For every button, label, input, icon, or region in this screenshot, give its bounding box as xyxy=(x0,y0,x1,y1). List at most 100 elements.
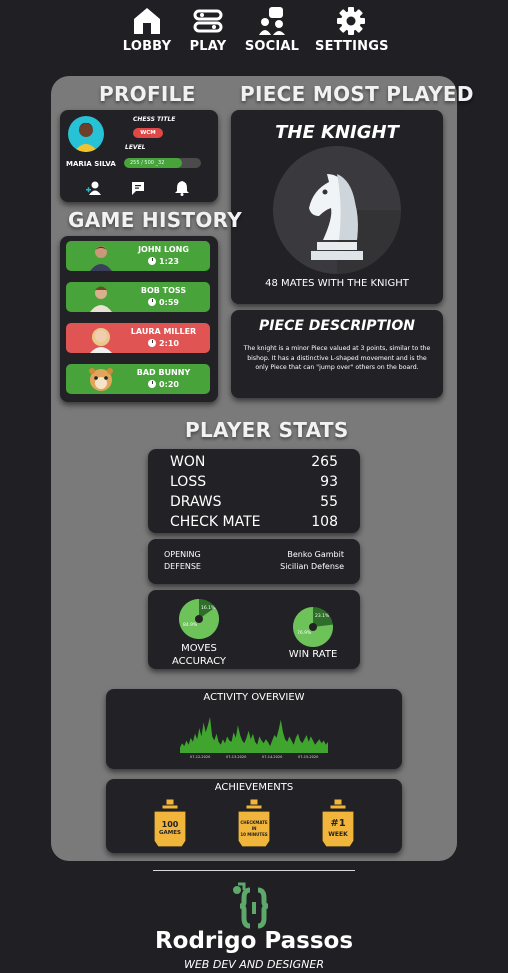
chess-title-label: CHESS TITLE xyxy=(133,116,176,123)
game-history-card: JOHN LONG 1:23 BOB TOSS 0:59 LAURA MILLE… xyxy=(60,236,218,402)
game-duration: 0:59 xyxy=(121,298,206,307)
add-friend-icon[interactable] xyxy=(86,180,102,196)
level-progress-text: 255 / 500 _32 xyxy=(124,158,182,168)
achievement-week-line1: #1 xyxy=(330,818,346,829)
profile-card: CHESS TITLE WCM LEVEL MARIA SILVA 255 / … xyxy=(60,110,218,202)
stats-card: WON 265 LOSS 93 DRAWS 55 CHECK MATE 108 xyxy=(148,449,360,533)
gamepad-icon xyxy=(193,9,223,33)
gear-icon xyxy=(337,7,365,35)
profile-heading: PROFILE xyxy=(99,82,196,106)
stat-checkmate-label: CHECK MATE xyxy=(170,514,261,530)
moves-accuracy-donut: 16.1% 84.9% xyxy=(179,599,219,639)
game-duration-value: 0:20 xyxy=(159,380,179,389)
stat-won-label: WON xyxy=(170,454,206,470)
nav-settings[interactable]: SETTINGS xyxy=(315,6,389,54)
opening-label: OPENING xyxy=(164,550,201,559)
footer-author-name: Rodrigo Passos xyxy=(154,928,354,954)
game-duration-value: 1:23 xyxy=(159,257,179,266)
nav-social[interactable]: SOCIAL xyxy=(244,6,300,54)
stat-draws-label: DRAWS xyxy=(170,494,222,510)
win-rate-rest: 23.1% xyxy=(315,613,330,619)
top-nav: LOBBY PLAY SOCIAL SETTINGS xyxy=(0,6,508,62)
level-label: LEVEL xyxy=(125,144,146,151)
win-rate-main: 76.9% xyxy=(297,630,312,636)
player-name: MARIA SILVA xyxy=(66,160,116,168)
footer-subtitle: WEB DEV AND DESIGNER xyxy=(183,958,325,971)
opponent-name: LAURA MILLER xyxy=(130,327,197,336)
nav-settings-label: SETTINGS xyxy=(315,39,389,54)
game-duration: 1:23 xyxy=(121,257,206,266)
achievement-number-one-week[interactable]: #1 WEEK xyxy=(320,799,356,849)
piece-description-card: PIECE DESCRIPTION The knight is a minor … xyxy=(231,310,443,398)
nav-social-label: SOCIAL xyxy=(244,39,300,54)
moves-accuracy-label-line1: MOVES xyxy=(181,643,217,654)
clock-icon xyxy=(148,380,157,388)
player-stats-heading: PLAYER STATS xyxy=(185,418,349,442)
opponent-avatar xyxy=(90,286,112,312)
openings-card: OPENING Benko Gambit DEFENSE Sicilian De… xyxy=(148,539,360,584)
game-history-row-3[interactable]: LAURA MILLER 2:10 xyxy=(66,323,210,353)
stat-loss-label: LOSS xyxy=(170,474,207,490)
nav-lobby[interactable]: LOBBY xyxy=(122,6,172,54)
profile-avatar xyxy=(68,116,104,152)
activity-tick-label: 07-14-2020 xyxy=(262,755,283,759)
moves-accuracy-main: 84.9% xyxy=(183,622,198,628)
nav-play[interactable]: PLAY xyxy=(185,6,231,54)
game-history-row-4[interactable]: BAD BUNNY 0:20 xyxy=(66,364,210,394)
dashboard-panel: PROFILE CHESS TITLE WCM LEVEL MARIA SILV… xyxy=(51,76,473,861)
piece-name: THE KNIGHT xyxy=(275,122,399,143)
opponent-name: BAD BUNNY xyxy=(136,368,191,377)
moves-accuracy-label: MOVES ACCURACY xyxy=(162,642,236,668)
nav-lobby-label: LOBBY xyxy=(122,39,172,54)
activity-tick-label: 07-12-2020 xyxy=(190,755,211,759)
level-progress-bar: 255 / 500 _32 xyxy=(124,158,201,168)
nav-play-label: PLAY xyxy=(189,39,227,54)
clock-icon xyxy=(148,257,157,265)
defense-label: DEFENSE xyxy=(164,562,201,571)
footer-divider xyxy=(153,870,355,871)
piece-description-text: The knight is a minor Piece valued at 3 … xyxy=(243,345,431,371)
game-history-heading: GAME HISTORY xyxy=(68,208,243,232)
opponent-avatar xyxy=(90,328,112,353)
game-history-row-2[interactable]: BOB TOSS 0:59 xyxy=(66,282,210,312)
activity-heading: ACTIVITY OVERVIEW xyxy=(203,692,305,703)
game-history-row-1[interactable]: JOHN LONG 1:23 xyxy=(66,241,210,271)
game-duration-value: 2:10 xyxy=(159,339,179,348)
notification-bell-icon[interactable] xyxy=(174,180,190,196)
home-icon xyxy=(134,8,160,34)
achievement-week-line2: WEEK xyxy=(328,831,348,838)
knight-mates-text: 48 MATES WITH THE KNIGHT xyxy=(265,278,409,289)
opponent-avatar xyxy=(89,368,113,391)
achievement-100-games-line2: GAMES xyxy=(159,830,181,836)
stat-won-value: 265 xyxy=(311,454,338,470)
clock-icon xyxy=(148,298,157,306)
achievements-heading: ACHIEVEMENTS xyxy=(214,782,294,793)
accuracy-card: 16.1% 84.9% MOVES ACCURACY 23.1% 76.9% W… xyxy=(148,590,360,669)
clock-icon xyxy=(148,339,157,347)
piece-card: THE KNIGHT 48 MATES WITH THE KNIGHT xyxy=(231,110,443,304)
defense-value: Sicilian Defense xyxy=(280,562,344,571)
achievement-100-games-line1: 100 xyxy=(161,820,179,829)
moves-accuracy-label-line2: ACCURACY xyxy=(171,656,227,667)
win-rate-donut: 23.1% 76.9% xyxy=(293,607,333,647)
win-rate-label: WIN RATE xyxy=(288,649,338,660)
opponent-name: JOHN LONG xyxy=(138,245,189,254)
piece-description-heading: PIECE DESCRIPTION xyxy=(259,318,415,334)
activity-chart xyxy=(180,717,328,753)
game-duration: 0:20 xyxy=(121,380,206,389)
achievement-checkmate-10-minutes[interactable]: CHECKMATE IN 10 MINUTES xyxy=(236,799,272,849)
opening-value: Benko Gambit xyxy=(287,550,344,559)
achievement-checkmate-line1: CHECKMATE xyxy=(240,820,268,825)
opponent-name: BOB TOSS xyxy=(140,286,187,295)
moves-accuracy-rest: 16.1% xyxy=(201,605,216,611)
activity-card: ACTIVITY OVERVIEW 07-12-2020 07-13-2020 07… xyxy=(106,689,402,769)
knight-piece-icon xyxy=(273,146,401,274)
achievement-100-games[interactable]: 100 GAMES xyxy=(152,799,188,849)
game-duration-value: 0:59 xyxy=(159,298,179,307)
social-icon xyxy=(259,7,285,35)
message-icon[interactable] xyxy=(130,180,146,196)
chess-title-badge: WCM xyxy=(133,128,163,138)
achievements-card: ACHIEVEMENTS 100 GAMES CHECKMATE IN 10 M… xyxy=(106,779,402,853)
game-duration: 2:10 xyxy=(121,339,206,348)
piece-heading: PIECE MOST PLAYED xyxy=(240,82,474,106)
